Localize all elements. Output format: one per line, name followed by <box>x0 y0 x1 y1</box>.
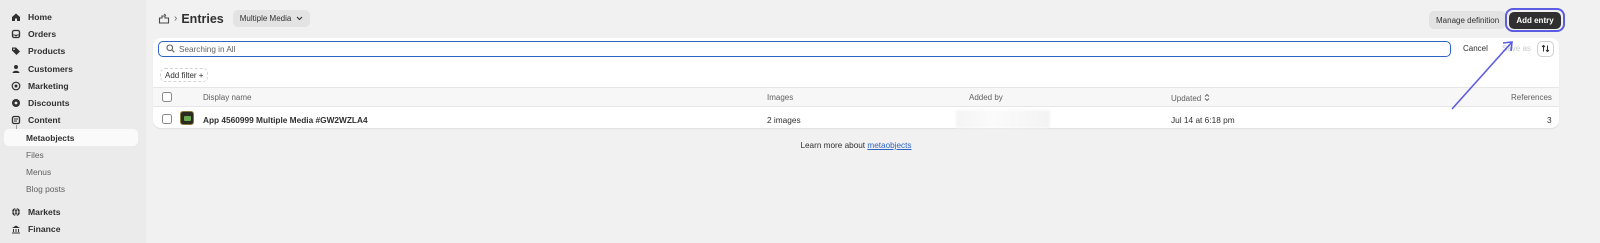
sort-icon <box>1541 44 1550 55</box>
breadcrumb: › Entries Multiple Media <box>158 10 311 27</box>
sidebar-item-markets[interactable]: Markets <box>4 203 138 220</box>
sidebar-item-finance[interactable]: Finance <box>4 220 138 237</box>
select-all-checkbox[interactable] <box>162 92 172 102</box>
column-header-updated[interactable]: Updated <box>1171 93 1210 104</box>
column-header-label: Updated <box>1171 94 1202 103</box>
sidebar-item-label: Discounts <box>28 97 70 108</box>
definition-selector[interactable]: Multiple Media <box>232 10 311 27</box>
page-title: Entries <box>181 11 224 26</box>
column-header-images[interactable]: Images <box>767 93 793 102</box>
entry-display-name[interactable]: App 4560999 Multiple Media #GW2WZLA4 <box>203 115 368 125</box>
metaobjects-icon[interactable] <box>158 13 170 25</box>
column-header-display-name[interactable]: Display name <box>203 93 251 102</box>
sidebar-item-label: Content <box>28 114 61 125</box>
table-header <box>153 88 1559 106</box>
row-checkbox[interactable] <box>162 114 172 124</box>
sidebar-item-label: Blog posts <box>26 183 66 194</box>
orders-icon <box>11 29 21 39</box>
search-field[interactable] <box>158 41 1451 57</box>
bank-icon <box>11 224 21 234</box>
entry-thumbnail <box>180 111 194 125</box>
sidebar-item-label: Customers <box>28 63 73 74</box>
annotation-arrow <box>1451 41 1513 110</box>
person-icon <box>11 64 21 74</box>
entry-references: 3 <box>1547 115 1552 125</box>
learn-more-footer: Learn more about metaobjects <box>0 141 1600 150</box>
sidebar-item-label: Orders <box>28 28 57 39</box>
gear-badge-icon <box>11 98 21 108</box>
sidebar-item-menus[interactable]: Menus <box>4 163 138 180</box>
entry-images: 2 images <box>767 115 801 125</box>
sidebar-item-home[interactable]: Home <box>4 8 138 25</box>
sidebar-item-label: Home <box>28 11 52 22</box>
tag-icon <box>11 46 21 56</box>
definition-selector-label: Multiple Media <box>239 14 292 23</box>
sort-button[interactable] <box>1537 41 1554 57</box>
home-icon <box>11 12 21 22</box>
sidebar-item-label: Markets <box>28 206 61 217</box>
add-filter-button[interactable]: Add filter + <box>160 68 209 82</box>
sidebar-item-label: Marketing <box>28 80 69 91</box>
search-input[interactable] <box>179 44 1379 54</box>
sidebar-item-marketing[interactable]: Marketing <box>4 77 138 94</box>
sidebar-item-products[interactable]: Products <box>4 42 138 59</box>
sidebar: Home Orders Products Customers Marketing… <box>0 0 146 243</box>
footer-text: Learn more about <box>800 141 866 150</box>
sidebar-item-blog-posts[interactable]: Blog posts <box>4 180 138 197</box>
added-by-redacted <box>956 110 1050 128</box>
target-icon <box>11 81 21 91</box>
column-header-added-by[interactable]: Added by <box>969 93 1003 102</box>
sidebar-item-label: Products <box>28 45 66 56</box>
content-icon <box>11 115 21 125</box>
divider <box>153 106 1559 107</box>
add-entry-button[interactable]: Add entry <box>1509 12 1561 29</box>
chevron-right-icon: › <box>174 13 178 24</box>
sidebar-item-discounts[interactable]: Discounts <box>4 94 138 111</box>
globe-icon <box>11 207 21 217</box>
entry-updated: Jul 14 at 6:18 pm <box>1171 115 1235 125</box>
sidebar-item-label: Menus <box>26 166 52 177</box>
sort-arrows-icon <box>1204 93 1210 104</box>
sidebar-item-orders[interactable]: Orders <box>4 25 138 42</box>
manage-definition-button[interactable]: Manage definition <box>1429 11 1507 29</box>
sidebar-item-content[interactable]: Content <box>4 111 138 128</box>
sidebar-item-label: Files <box>26 149 44 160</box>
sidebar-item-customers[interactable]: Customers <box>4 60 138 77</box>
search-icon <box>166 43 175 55</box>
sidebar-item-label: Finance <box>28 223 61 234</box>
chevron-down-icon <box>296 14 303 23</box>
metaobjects-link[interactable]: metaobjects <box>867 141 911 150</box>
